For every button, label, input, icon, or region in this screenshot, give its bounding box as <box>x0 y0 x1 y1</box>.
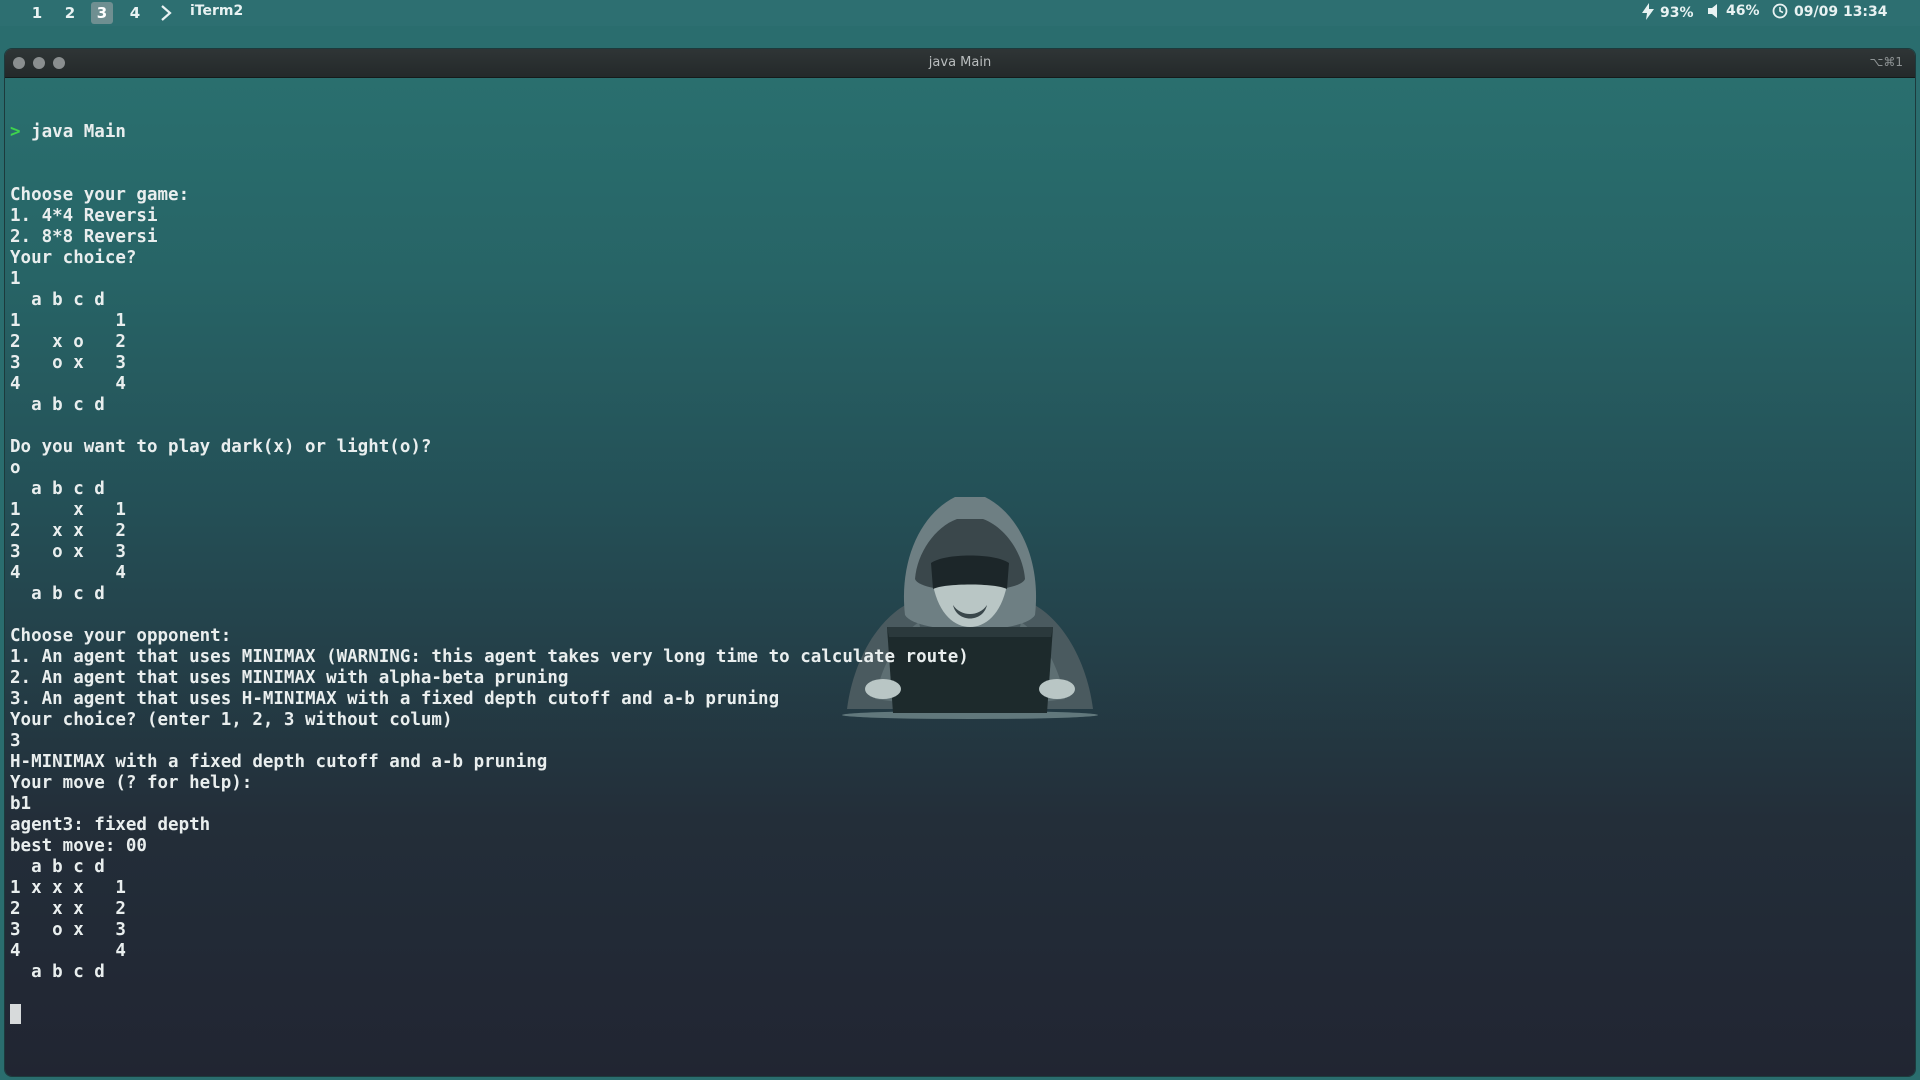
prompt-arrow: > <box>10 122 21 142</box>
window-titlebar[interactable]: java Main ⌥⌘1 <box>5 49 1915 78</box>
output-lines: Choose your game: 1. 4*4 Reversi 2. 8*8 Re… <box>10 185 1905 1025</box>
terminal-output[interactable]: > java Main Choose your game: 1. 4*4 Reve… <box>10 80 1905 1067</box>
terminal-line: H-MINIMAX with a fixed depth cutoff and … <box>10 752 548 772</box>
terminal-line: a b c d <box>10 584 105 604</box>
terminal-line: a b c d <box>10 395 105 415</box>
terminal-line: 1 x x x 1 <box>10 878 126 898</box>
terminal-line: a b c d <box>10 479 105 499</box>
terminal-line: 4 4 <box>10 563 126 583</box>
speaker-icon <box>1708 4 1717 18</box>
workspace-1-button[interactable]: 1 <box>26 2 48 24</box>
command-text: java Main <box>20 122 126 142</box>
workspace-2-button[interactable]: 2 <box>59 2 81 24</box>
volume-percent: 46% <box>1726 3 1760 19</box>
terminal-line: 3 o x 3 <box>10 353 126 373</box>
terminal-line: 2. 8*8 Reversi <box>10 227 158 247</box>
workspace-4-button[interactable]: 4 <box>124 2 146 24</box>
terminal-line: best move: 00 <box>10 836 147 856</box>
active-app-name: iTerm2 <box>190 3 244 19</box>
terminal-line: Choose your opponent: <box>10 626 232 646</box>
terminal-line: 1 <box>10 269 21 289</box>
terminal-line: 3 <box>10 731 21 751</box>
terminal-line: Your move (? for help): <box>10 773 253 793</box>
terminal-window[interactable]: java Main ⌥⌘1 > java Main Choose your ga… <box>5 49 1915 1076</box>
terminal-cursor <box>10 1004 21 1024</box>
terminal-line: 1. 4*4 Reversi <box>10 206 158 226</box>
terminal-line: Do you want to play dark(x) or light(o)? <box>10 437 432 457</box>
terminal-line: 2. An agent that uses MINIMAX with alpha… <box>10 668 569 688</box>
window-title: java Main <box>928 55 992 70</box>
workspace-3-button[interactable]: 3 <box>91 2 113 24</box>
battery-status[interactable]: 93% <box>1642 3 1694 21</box>
terminal-line: o <box>10 458 21 478</box>
terminal-line: a b c d <box>10 857 105 877</box>
lightning-bolt-icon <box>1642 3 1654 20</box>
clock-status[interactable]: 09/09 13:34 <box>1772 3 1888 20</box>
battery-percent: 93% <box>1660 5 1694 21</box>
terminal-line: 1 1 <box>10 311 126 331</box>
command-line: > java Main <box>10 122 1905 143</box>
datetime-text: 09/09 13:34 <box>1794 4 1888 20</box>
terminal-line: 1. An agent that uses MINIMAX (WARNING: … <box>10 647 969 667</box>
top-menubar: 1 2 3 4 iTerm2 93% 46% 09/09 13:34 <box>0 0 1920 26</box>
window-shortcut-hint: ⌥⌘1 <box>1869 55 1903 69</box>
clock-icon <box>1772 3 1788 19</box>
terminal-line: 2 x o 2 <box>10 332 126 352</box>
terminal-line: Your choice? <box>10 248 137 268</box>
terminal-line: b1 <box>10 794 32 814</box>
terminal-line: 3 o x 3 <box>10 542 126 562</box>
terminal-line: Choose your game: <box>10 185 190 205</box>
chevron-right-icon <box>161 5 172 21</box>
terminal-line: 2 x x 2 <box>10 521 126 541</box>
cursor-line <box>10 1004 1905 1025</box>
terminal-line: 2 x x 2 <box>10 899 126 919</box>
terminal-line: 3 o x 3 <box>10 920 126 940</box>
terminal-line: a b c d <box>10 962 105 982</box>
terminal-line: 4 4 <box>10 374 126 394</box>
terminal-line: 3. An agent that uses H-MINIMAX with a f… <box>10 689 780 709</box>
volume-status[interactable]: 46% <box>1708 3 1760 19</box>
terminal-line: Your choice? (enter 1, 2, 3 without colu… <box>10 710 453 730</box>
terminal-line: 4 4 <box>10 941 126 961</box>
terminal-line: a b c d <box>10 290 105 310</box>
terminal-line: agent3: fixed depth <box>10 815 211 835</box>
terminal-line: 1 x 1 <box>10 500 126 520</box>
